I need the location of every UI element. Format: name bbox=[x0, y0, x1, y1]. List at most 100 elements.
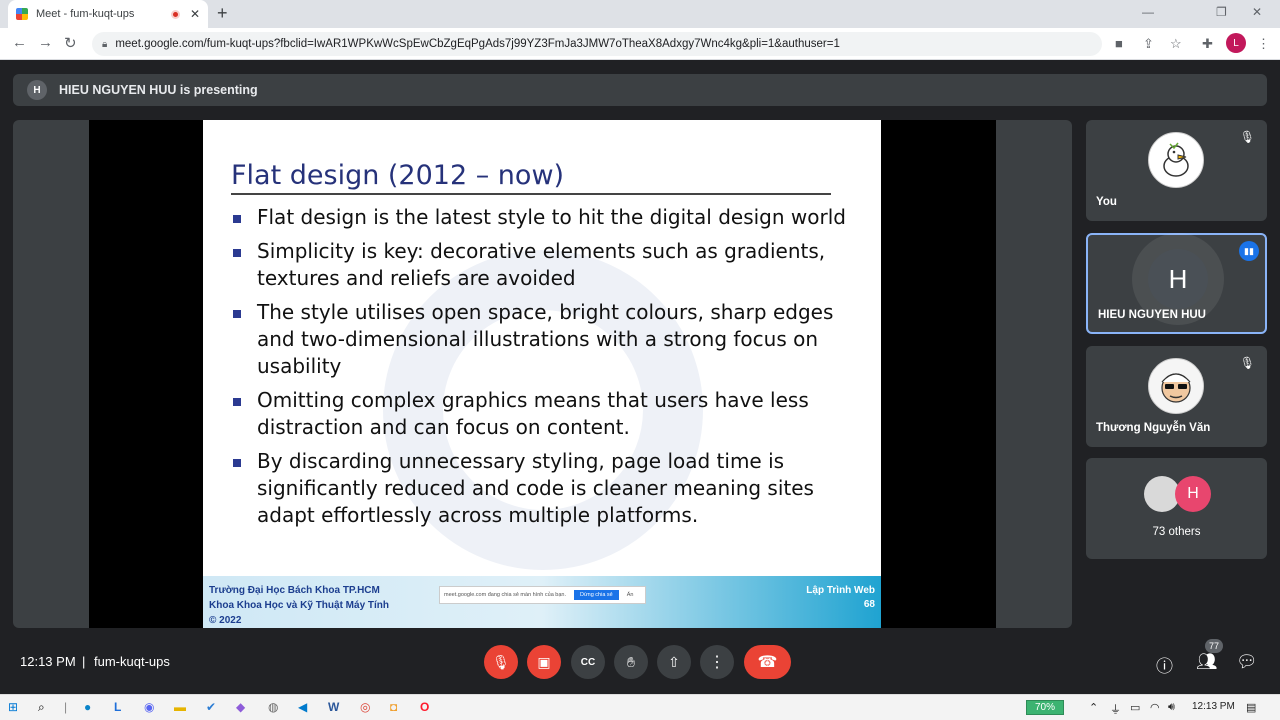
meeting-time: 12:13 PM bbox=[20, 654, 76, 669]
camera-toggle-button[interactable]: ▣ bbox=[527, 645, 561, 679]
notifications-icon[interactable]: ▤ bbox=[1246, 701, 1256, 714]
captions-button[interactable]: CC bbox=[571, 645, 605, 679]
windows-start-icon[interactable]: ⊞ bbox=[8, 700, 18, 714]
meeting-code: fum-kuqt-ups bbox=[94, 654, 170, 669]
duck-avatar-icon bbox=[1163, 142, 1189, 177]
hide-notice-button[interactable]: Ẩn bbox=[627, 592, 634, 598]
screen-share-notice: meet.google.com đang chia sẻ màn hình củ… bbox=[439, 586, 646, 604]
footer-course: Lập Trình Web 68 bbox=[806, 585, 875, 610]
close-tab-icon[interactable]: ✕ bbox=[190, 7, 200, 21]
participant-count-badge: 77 bbox=[1205, 639, 1223, 653]
new-tab-button[interactable]: + bbox=[217, 4, 228, 22]
file-explorer-icon[interactable]: ▬ bbox=[174, 700, 186, 714]
participant-tile-you[interactable]: 🎙︎ You bbox=[1086, 120, 1267, 221]
mic-off-icon: 🎙︎ bbox=[1239, 130, 1255, 144]
avatar bbox=[1148, 358, 1204, 414]
app-l-icon[interactable]: L bbox=[114, 700, 121, 714]
taskbar-divider: | bbox=[64, 700, 68, 714]
presenting-text: HIEU NGUYEN HUU is presenting bbox=[59, 83, 258, 97]
tray-chevron-icon[interactable]: ⌃ bbox=[1089, 701, 1098, 714]
volume-icon[interactable]: 🔊︎ bbox=[1168, 701, 1175, 714]
maximize-icon[interactable]: ❐ bbox=[1216, 5, 1227, 19]
vscode-icon[interactable]: ◀ bbox=[298, 700, 307, 714]
participant-tile-presenter[interactable]: H ▮▮ HIEU NGUYEN HUU bbox=[1086, 233, 1267, 334]
hand-icon: ✋︎ bbox=[627, 653, 635, 670]
meeting-controls-bar: 12:13 PM | fum-kuqt-ups 🎙︎ ▣ CC ✋︎ ⇧ ⋮ ☎… bbox=[0, 628, 1280, 694]
discord-icon[interactable]: ◉ bbox=[144, 700, 154, 714]
visual-studio-icon[interactable]: ◆ bbox=[236, 700, 245, 714]
slide-bullets: Flat design is the latest style to hit t… bbox=[231, 204, 861, 536]
participant-name: You bbox=[1096, 196, 1117, 208]
taskbar-clock[interactable]: 12:13 PM bbox=[1192, 701, 1235, 712]
usb-icon[interactable]: ⏚ bbox=[1110, 701, 1121, 717]
app-icon[interactable]: ◍ bbox=[268, 700, 278, 714]
bullet-item: Simplicity is key: decorative elements s… bbox=[231, 238, 861, 292]
others-tile[interactable]: H 73 others bbox=[1086, 458, 1267, 559]
mic-off-icon: 🎙︎ bbox=[492, 653, 510, 670]
search-icon[interactable]: ⌕ bbox=[38, 700, 45, 715]
people-icon[interactable]: 👥︎ bbox=[1196, 652, 1218, 672]
slide-title: Flat design (2012 – now) bbox=[231, 160, 565, 191]
app-orange-icon[interactable]: ◘ bbox=[390, 700, 397, 714]
avatar: H bbox=[1148, 249, 1208, 309]
others-count-label: 73 others bbox=[1152, 526, 1201, 538]
camera-off-icon: ▣ bbox=[537, 653, 551, 670]
url-text: meet.google.com/fum-kuqt-ups?fbclid=IwAR… bbox=[115, 38, 840, 50]
bullet-item: Omitting complex graphics means that use… bbox=[231, 387, 861, 441]
battery-icon[interactable]: ▭ bbox=[1130, 701, 1140, 714]
avatar: H bbox=[1175, 476, 1211, 512]
participant-name: Thương Nguyễn Văn bbox=[1096, 422, 1211, 434]
todo-icon[interactable]: ✔ bbox=[206, 700, 216, 714]
tab-title: Meet - fum-kuqt-ups bbox=[36, 8, 135, 20]
more-vert-icon: ⋮ bbox=[709, 654, 725, 671]
speaking-indicator-icon: ▮▮ bbox=[1239, 241, 1259, 261]
recording-indicator-icon bbox=[170, 9, 180, 19]
presentation-stage: Flat design (2012 – now) Flat design is … bbox=[13, 120, 1072, 628]
stop-sharing-button[interactable]: Dừng chia sẻ bbox=[574, 590, 619, 600]
edge-icon[interactable]: ● bbox=[84, 700, 91, 714]
wifi-icon[interactable]: ◠ bbox=[1150, 701, 1160, 714]
word-icon[interactable]: W bbox=[328, 700, 339, 714]
chat-icon[interactable]: 💬︎ bbox=[1236, 652, 1258, 672]
os-taskbar: ⊞ ⌕ | ● L ◉ ▬ ✔ ◆ ◍ ◀ W ◎ ◘ O 70% ⌃ ⏚ ▭ … bbox=[0, 694, 1280, 720]
slide-footer: Trường Đại Học Bách Khoa TP.HCM Khoa Kho… bbox=[203, 576, 881, 628]
slide: Flat design (2012 – now) Flat design is … bbox=[203, 120, 881, 628]
menu-kebab-icon[interactable]: ⋮ bbox=[1257, 36, 1270, 52]
captions-icon: CC bbox=[580, 656, 596, 668]
camera-icon[interactable]: ■ bbox=[1115, 36, 1123, 51]
reload-icon[interactable]: ↻ bbox=[64, 34, 77, 52]
present-button[interactable]: ⇧ bbox=[657, 645, 691, 679]
separator: | bbox=[82, 654, 86, 669]
chrome-icon[interactable]: ◎ bbox=[360, 700, 370, 714]
share-notice-text: meet.google.com đang chia sẻ màn hình củ… bbox=[444, 592, 566, 598]
forward-icon[interactable]: → bbox=[38, 34, 53, 51]
presenting-banner: H HIEU NGUYEN HUU is presenting bbox=[13, 74, 1267, 106]
bullet-item: The style utilises open space, bright co… bbox=[231, 299, 861, 380]
battery-indicator[interactable]: 70% bbox=[1026, 700, 1064, 715]
browser-tab-strip: Meet - fum-kuqt-ups ✕ + — ❐ ✕ bbox=[0, 0, 1280, 28]
back-icon[interactable]: ← bbox=[12, 34, 27, 51]
window-close-icon[interactable]: ✕ bbox=[1252, 5, 1262, 19]
lock-icon: 🔒︎ bbox=[102, 38, 108, 50]
bullet-item: By discarding unnecessary styling, page … bbox=[231, 448, 861, 529]
leave-call-button[interactable]: ☎︎ bbox=[744, 645, 791, 679]
minimize-icon[interactable]: — bbox=[1142, 5, 1154, 19]
more-options-button[interactable]: ⋮ bbox=[700, 645, 734, 679]
bookmark-star-icon[interactable]: ☆ bbox=[1170, 36, 1182, 52]
presenter-avatar: H bbox=[27, 80, 47, 100]
participant-name: HIEU NGUYEN HUU bbox=[1098, 309, 1206, 321]
browser-tab[interactable]: Meet - fum-kuqt-ups ✕ bbox=[8, 0, 208, 28]
participant-tile-third[interactable]: 🎙︎ Thương Nguyễn Văn bbox=[1086, 346, 1267, 447]
profile-avatar[interactable]: L bbox=[1226, 33, 1246, 53]
mic-toggle-button[interactable]: 🎙︎ bbox=[484, 645, 518, 679]
meeting-info-icon[interactable]: ⓘ bbox=[1156, 652, 1173, 677]
opera-icon[interactable]: O bbox=[420, 700, 429, 714]
share-icon[interactable]: ⇪ bbox=[1143, 36, 1154, 52]
present-screen-icon: ⇧ bbox=[668, 653, 680, 670]
raise-hand-button[interactable]: ✋︎ bbox=[614, 645, 648, 679]
browser-toolbar: ← → ↻ 🔒︎ meet.google.com/fum-kuqt-ups?fb… bbox=[0, 28, 1280, 60]
sunglasses-avatar-icon bbox=[1161, 373, 1191, 403]
avatar bbox=[1148, 132, 1204, 188]
extensions-icon[interactable]: ✚ bbox=[1202, 36, 1213, 52]
address-bar[interactable]: 🔒︎ meet.google.com/fum-kuqt-ups?fbclid=I… bbox=[92, 32, 1102, 56]
